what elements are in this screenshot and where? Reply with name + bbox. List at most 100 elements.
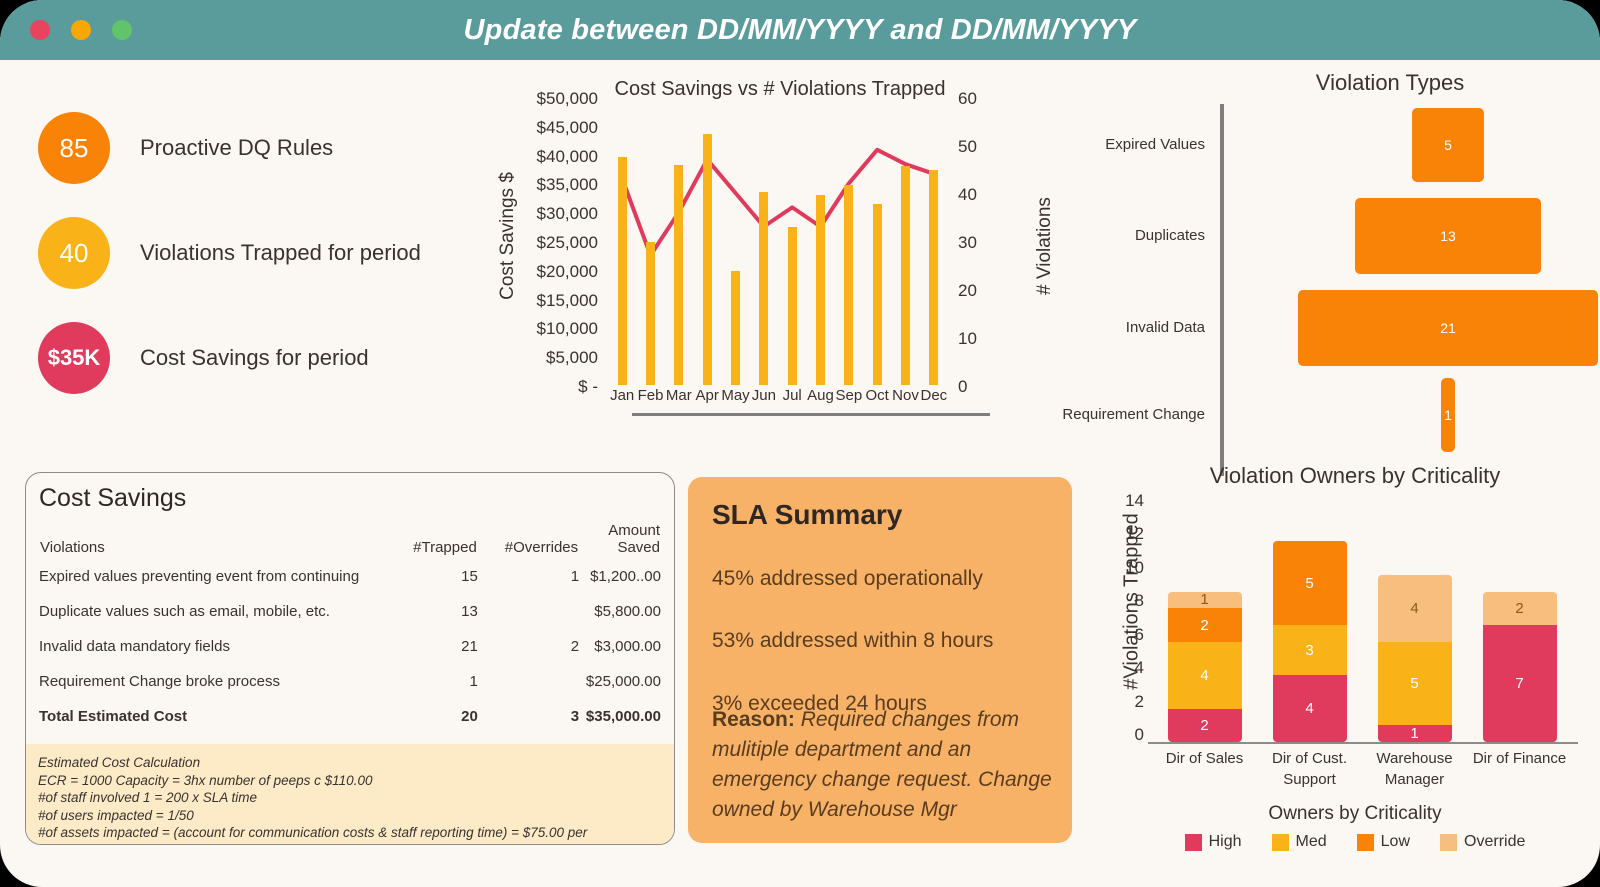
chart-line-series: [620, 147, 936, 258]
table-row: Requirement Change broke process 1 $25,000…: [39, 664, 661, 699]
stack-segment-low: 2: [1167, 608, 1242, 642]
cell-overrides: 3: [570, 708, 580, 725]
y2-axis-tick: 0: [958, 377, 968, 396]
chart-bar-row: Requirement Change 1: [1060, 378, 1600, 452]
stack-segment-med: 4: [1167, 641, 1242, 709]
x-axis-tick: Mar: [665, 387, 692, 404]
cell-violation: Expired values preventing event from con…: [39, 568, 360, 585]
bar: [731, 270, 740, 385]
bar: [929, 170, 939, 385]
x-axis-tick: Aug: [807, 387, 834, 404]
x-axis-tick: Nov: [892, 387, 919, 404]
stack-segment-med: 5: [1377, 641, 1452, 726]
bar: 1: [1440, 378, 1456, 452]
stacked-bar: 534: [1272, 541, 1347, 742]
x-axis-tick: Jul: [782, 387, 802, 404]
y-axis-tick: $20,000: [536, 261, 598, 281]
cell-overrides: 2: [570, 638, 580, 655]
y-axis-tick: $ -: [578, 377, 598, 396]
column-header-violations: Violations: [40, 539, 105, 556]
cell-overrides: 1: [570, 568, 580, 585]
kpi-value-badge: 40: [38, 217, 110, 289]
cell-overrides: [478, 594, 579, 629]
cell-trapped: 13: [461, 603, 478, 620]
estimated-cost-calculation-note: Estimated Cost Calculation ECR = 1000 Ca…: [26, 744, 674, 844]
dashboard-window: Update between DD/MM/YYYY and DD/MM/YYYY…: [0, 0, 1600, 887]
kpi-value-badge: $35K: [38, 322, 110, 394]
column-header-amount-line2: Saved: [617, 539, 660, 556]
stack-segment-override: 1: [1167, 591, 1242, 608]
y-axis-tick: $40,000: [536, 146, 598, 166]
kpi-label: Violations Trapped for period: [140, 240, 421, 265]
column-header-amount-saved: Amount Saved: [579, 521, 661, 559]
bar: [646, 242, 655, 385]
y-axis-tick: 0: [1134, 725, 1144, 744]
column-header-amount-line1: Amount: [608, 522, 660, 539]
kpi-label: Cost Savings for period: [140, 345, 369, 370]
legend-item-low[interactable]: Low: [1356, 833, 1411, 851]
legend-item-med[interactable]: Med: [1271, 833, 1327, 851]
y-axis-tick: $50,000: [536, 89, 598, 108]
x-axis-tick: Warehouse Manager: [1376, 750, 1453, 788]
stacked-bar: 1242: [1167, 591, 1242, 742]
bar: 13: [1355, 198, 1541, 274]
chart-x-axis-labels: Jan Feb Mar Apr May Jun Jul Aug Sep Oct Nov Dec: [608, 387, 948, 411]
cell-amount-saved: $25,000.00: [585, 673, 661, 690]
sla-stat-operational: 45% addressed operationally: [712, 567, 983, 590]
chart-violation-types: Violation Types Expired Values 5 Duplicate…: [1060, 68, 1600, 476]
stack-segment-high: 2: [1167, 708, 1242, 742]
legend-label: Med: [1295, 833, 1327, 850]
y-axis-tick: $25,000: [536, 233, 598, 252]
window-title: Update between DD/MM/YYYY and DD/MM/YYYY: [463, 13, 1137, 46]
y-axis-tick: $5,000: [546, 348, 598, 368]
x-axis-tick: Dir of Cust. Support: [1271, 750, 1347, 788]
card-sla-summary: SLA Summary 45% addressed operationally …: [688, 477, 1072, 843]
legend-swatch: [1356, 833, 1374, 851]
cell-overrides: [478, 664, 579, 699]
sla-reason-label: Reason:: [712, 708, 795, 731]
legend-item-override[interactable]: Override: [1440, 833, 1525, 851]
legend-label: High: [1208, 833, 1242, 850]
x-axis-tick: Feb: [637, 387, 664, 404]
chart-title: Violation Owners by Criticality: [1209, 463, 1501, 488]
category-label: Duplicates: [1134, 227, 1205, 244]
stack-segment-low: 5: [1272, 541, 1347, 626]
chart-bar-row: Expired Values 5: [1060, 108, 1600, 182]
legend-label: Low: [1380, 833, 1411, 850]
legend-swatch: [1440, 833, 1458, 851]
y-axis-tick: 2: [1134, 691, 1144, 711]
legend-item-high[interactable]: High: [1184, 833, 1242, 851]
x-axis-tick: Jun: [751, 387, 776, 404]
kpi-list: 85 Proactive DQ Rules 40 Violations Trap…: [38, 112, 478, 427]
x-axis-tick: Sep: [835, 387, 863, 404]
category-label: Expired Values: [1105, 136, 1205, 153]
y-axis-tick: $10,000: [536, 319, 598, 339]
bar: [759, 192, 769, 385]
column-header-trapped: #Trapped: [413, 539, 477, 556]
kpi-item-cost-savings: $35K Cost Savings for period: [38, 322, 478, 394]
bar: [617, 157, 627, 385]
x-axis-tick: Dir of Sales: [1165, 750, 1244, 767]
bar: 5: [1412, 108, 1484, 182]
bar: 21: [1298, 290, 1598, 366]
y-axis-tick: 6: [1134, 624, 1144, 644]
stacked-bar: 451: [1377, 574, 1452, 742]
chart-plot-area: [608, 97, 948, 385]
x-axis-tick: Jan: [610, 387, 635, 404]
y-axis-tick: 14: [1125, 491, 1144, 510]
cell-violation: Requirement Change broke process: [39, 673, 280, 690]
y-axis-tick: 12: [1125, 524, 1144, 544]
x-axis-tick: Oct: [865, 387, 889, 404]
cost-savings-table: Violations #Trapped #Overrides Amount Sa…: [39, 521, 661, 734]
bar: [787, 226, 797, 385]
cell-trapped: 1: [469, 673, 478, 690]
kpi-item-violations-trapped: 40 Violations Trapped for period: [38, 217, 478, 289]
card-title: Cost Savings: [39, 484, 187, 512]
cell-amount-saved: $35,000.00: [585, 708, 661, 725]
cell-violation: Invalid data mandatory fields: [39, 638, 230, 655]
legend-swatch: [1184, 833, 1202, 851]
stack-segment-high: 7: [1482, 625, 1557, 742]
x-axis-tick: Apr: [695, 387, 719, 404]
cell-trapped: 15: [461, 568, 478, 585]
sla-stat-within-8-hours: 53% addressed within 8 hours: [712, 629, 994, 652]
